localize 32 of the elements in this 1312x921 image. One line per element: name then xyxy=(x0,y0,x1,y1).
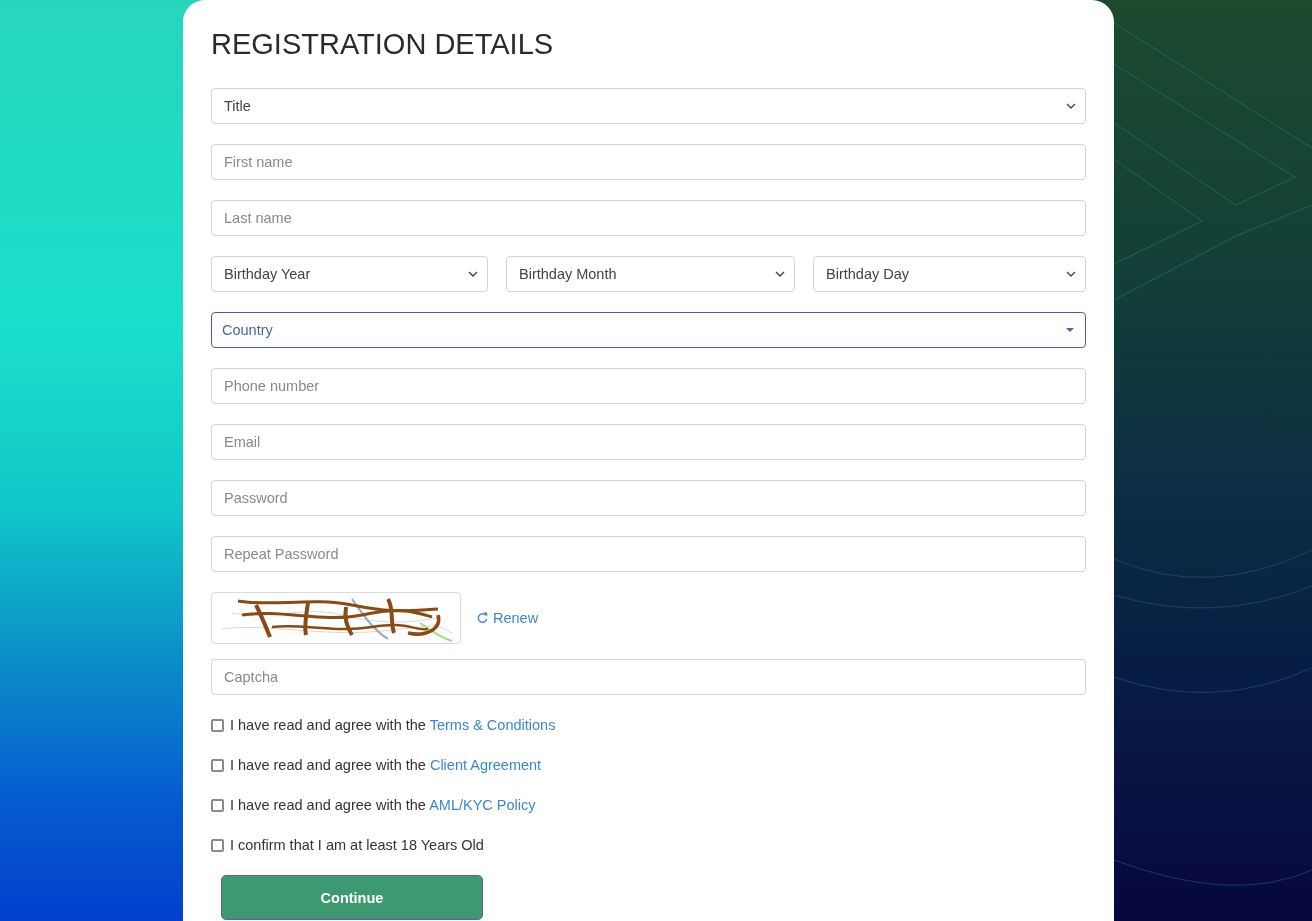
caret-down-icon xyxy=(1066,328,1074,332)
input-field[interactable]: Captcha xyxy=(211,659,1086,695)
agreement-text: I have read and agree with the Client Agreement xyxy=(230,757,542,773)
continue-button[interactable]: Continue xyxy=(221,875,483,920)
form-heading: REGISTRATION DETAILS xyxy=(211,27,555,62)
input-field[interactable]: First name xyxy=(211,144,1086,180)
agreement-link[interactable]: Client Agreement xyxy=(429,757,542,773)
input-field[interactable]: Email xyxy=(211,424,1086,460)
select-field[interactable]: Birthday Year xyxy=(211,256,488,292)
chevron-down-icon xyxy=(1066,271,1076,277)
agreement-text: I confirm that I am at least 18 Years Old xyxy=(230,837,484,853)
chevron-down-icon xyxy=(775,271,785,277)
refresh-icon xyxy=(477,612,488,624)
input-field[interactable]: Phone number xyxy=(211,368,1086,404)
renew-link[interactable]: Renew xyxy=(477,610,539,626)
checkbox[interactable] xyxy=(211,758,224,772)
chevron-down-icon xyxy=(468,271,478,277)
input-field[interactable]: Repeat Password xyxy=(211,536,1086,572)
chevron-down-icon xyxy=(1066,103,1076,109)
input-field[interactable]: Password xyxy=(211,480,1086,516)
agreement-text: I have read and agree with the Terms & Conditions xyxy=(230,717,556,733)
select-field[interactable]: Birthday Day xyxy=(813,256,1086,292)
checkbox[interactable] xyxy=(211,798,224,812)
agreement-link[interactable]: AML/KYC Policy xyxy=(429,797,536,813)
checkbox[interactable] xyxy=(211,718,224,732)
agreement-link[interactable]: Terms & Conditions xyxy=(429,717,556,733)
select-field[interactable]: Title xyxy=(211,88,1086,124)
select-field[interactable]: Birthday Month xyxy=(506,256,795,292)
input-field[interactable]: Last name xyxy=(211,200,1086,236)
country-combo-field[interactable]: Country xyxy=(211,312,1086,348)
agreement-text: I have read and agree with the AML/KYC Policy xyxy=(230,797,536,813)
checkbox[interactable] xyxy=(211,838,224,852)
